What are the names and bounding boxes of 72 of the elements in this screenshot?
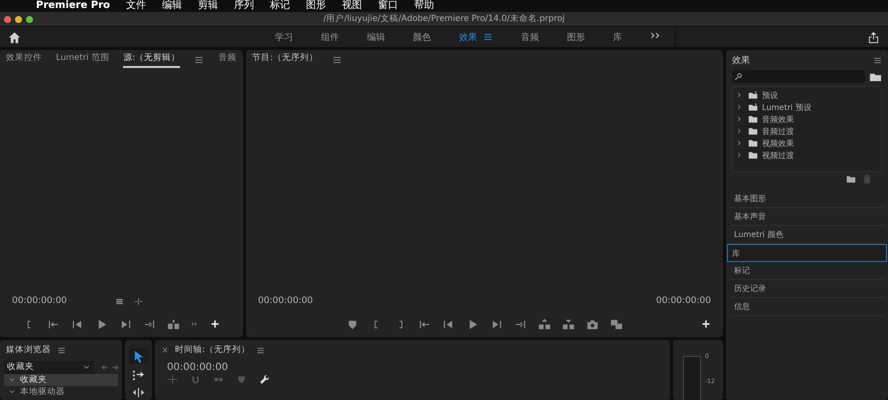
panel-title: 媒体浏览器 [6, 344, 51, 356]
menu-item[interactable]: 图形 [306, 0, 326, 12]
folder-star-icon [748, 102, 758, 112]
menu-icon[interactable] [332, 55, 342, 65]
effects-tree-item[interactable]: 预设 [733, 89, 881, 101]
panel-tab[interactable]: 标记 [730, 262, 884, 280]
effects-tree-item[interactable]: 音频效果 [733, 113, 881, 125]
effects-tree-item[interactable]: 视频过渡 [733, 149, 881, 161]
panel-title: 时间轴:（无序列） [175, 344, 250, 356]
panel-tab[interactable]: Lumetri 范围 [56, 52, 110, 68]
more-icon[interactable] [191, 320, 199, 328]
new-folder-icon[interactable] [846, 174, 856, 184]
panel-tab[interactable]: 信息 [730, 298, 884, 316]
add-button-icon[interactable] [210, 319, 220, 329]
workspace-tab[interactable]: 编辑 [353, 30, 399, 44]
panel-title: 效果 [732, 54, 750, 66]
panel-tab[interactable]: 音频 [218, 52, 236, 68]
effects-tree-item[interactable]: Lumetri 预设 [733, 101, 881, 113]
panel-tab[interactable]: 基本声音 [730, 208, 884, 226]
workspace-tab[interactable]: 学习 [261, 30, 307, 44]
workspace-tab[interactable]: 颜色 [399, 30, 445, 44]
panel-tab[interactable]: 历史记录 [730, 280, 884, 298]
workspace-tab[interactable]: 库 [599, 30, 636, 44]
folder-star-icon [748, 90, 758, 100]
panel-title: 节目:（无序列） [252, 52, 318, 65]
home-icon[interactable] [8, 30, 21, 44]
ripple-edit-tool-icon [132, 386, 145, 398]
menu-icon[interactable] [873, 56, 882, 64]
compare-icon[interactable] [610, 318, 623, 330]
timecode: 00:00:00:00 [167, 362, 228, 372]
panel-tab[interactable]: 效果控件 [6, 52, 42, 68]
workspace-tab[interactable]: 图形 [553, 30, 599, 44]
share-icon[interactable] [867, 30, 880, 44]
timecode: 00:00:00:00 [258, 296, 313, 306]
location-dropdown[interactable]: 收藏夹 [4, 360, 94, 374]
zoom-button[interactable] [26, 16, 33, 22]
panel-tab[interactable]: 源:（无剪辑） [123, 52, 180, 68]
folder-tree-item[interactable]: 本地驱动器 [4, 386, 118, 398]
app-menu[interactable]: Premiere Pro [36, 0, 110, 12]
menu-item[interactable]: 标记 [270, 0, 290, 12]
trim-icon[interactable] [134, 296, 143, 306]
close-icon[interactable] [161, 346, 169, 354]
window-title: /用户/liuyujie/文稿/Adobe/Premiere Pro/14.0/未命名.prproj [323, 14, 565, 24]
selection-tool-icon [132, 350, 145, 362]
folder-tree-item[interactable]: 收藏夹 [4, 374, 118, 386]
panel-tab[interactable]: 基本图形 [730, 190, 884, 208]
menu-icon[interactable] [483, 32, 493, 42]
add-button-icon[interactable] [701, 319, 711, 329]
search-icon [734, 72, 743, 81]
workspace-tab[interactable]: 组件 [307, 30, 353, 44]
menu-item[interactable]: 视图 [342, 0, 362, 12]
camera-icon[interactable] [586, 318, 599, 330]
insert-icon[interactable] [167, 318, 180, 330]
timecode: 00:00:00:00 [12, 296, 67, 306]
timecode: 00:00:00:00 [656, 296, 711, 306]
menu-icon[interactable] [256, 346, 265, 354]
menu-item[interactable]: 编辑 [162, 0, 182, 12]
effects-tree-item[interactable]: 视频效果 [733, 137, 881, 149]
minimize-button[interactable] [15, 16, 22, 22]
close-window-button[interactable] [4, 16, 11, 22]
effects-tree-item[interactable]: 音频过渡 [733, 125, 881, 137]
tool-button[interactable] [128, 348, 148, 364]
lift-icon[interactable] [538, 318, 551, 330]
workspace-tab[interactable]: 音频 [507, 30, 553, 44]
menu-icon[interactable] [194, 55, 204, 65]
search-field[interactable] [732, 70, 865, 83]
menu-icon[interactable] [57, 346, 66, 354]
extract-icon[interactable] [562, 318, 575, 330]
workspace-tab[interactable]: 效果 [445, 30, 507, 44]
menu-item[interactable]: 帮助 [414, 0, 434, 12]
marker-icon[interactable] [236, 374, 247, 385]
panel-tab[interactable]: 库 [727, 244, 887, 262]
